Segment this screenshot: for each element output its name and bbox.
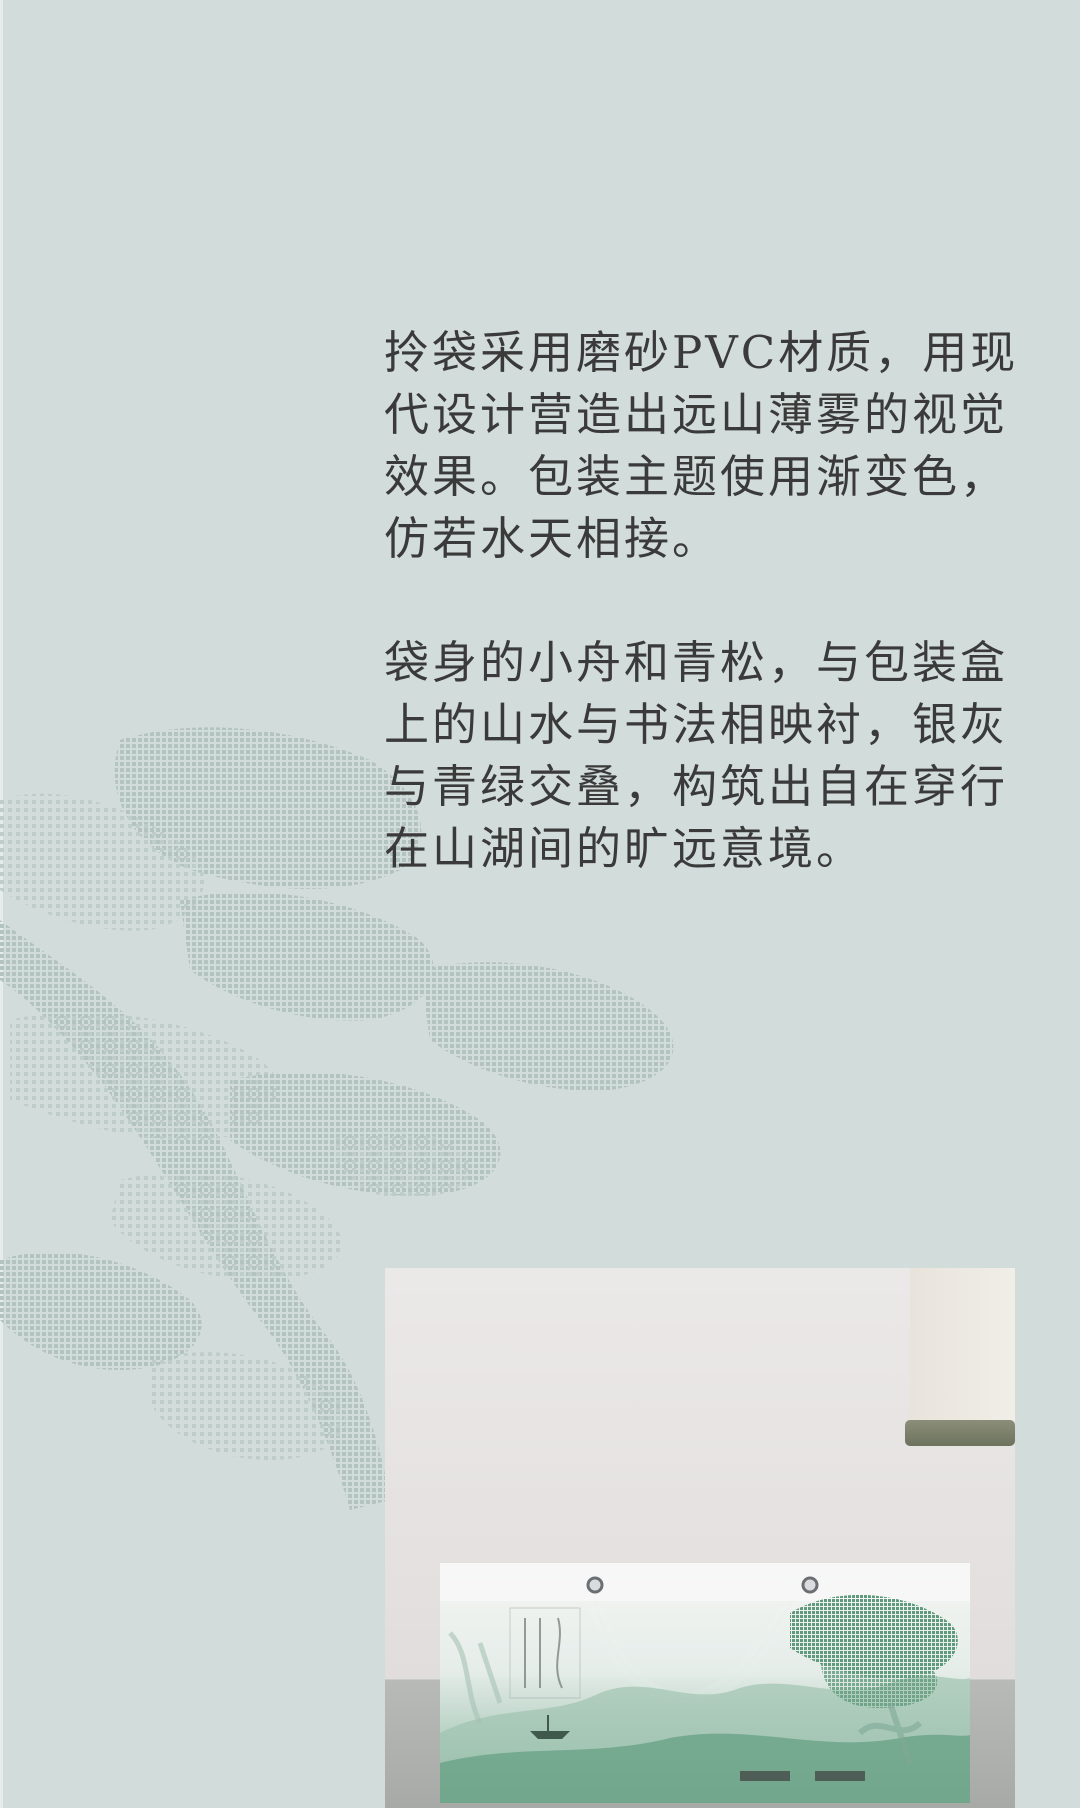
scroll-rod xyxy=(905,1420,1015,1446)
page: 拎袋采用磨砂PVC材质，用现代设计营造出远山薄雾的视觉效果。包装主题使用渐变色，… xyxy=(0,0,1080,1808)
description-paragraph-1: 拎袋采用磨砂PVC材质，用现代设计营造出远山薄雾的视觉效果。包装主题使用渐变色，… xyxy=(384,326,1019,565)
description-text: 拎袋采用磨砂PVC材质，用现代设计营造出远山薄雾的视觉效果。包装主题使用渐变色，… xyxy=(384,322,1024,880)
description-paragraph-2: 袋身的小舟和青松，与包装盒上的山水与书法相映衬，银灰与青绿交叠，构筑出自在穿行在… xyxy=(384,636,1009,875)
product-photo xyxy=(385,1268,1015,1808)
hanging-scroll xyxy=(910,1268,1015,1428)
tote-bag xyxy=(440,1563,970,1803)
